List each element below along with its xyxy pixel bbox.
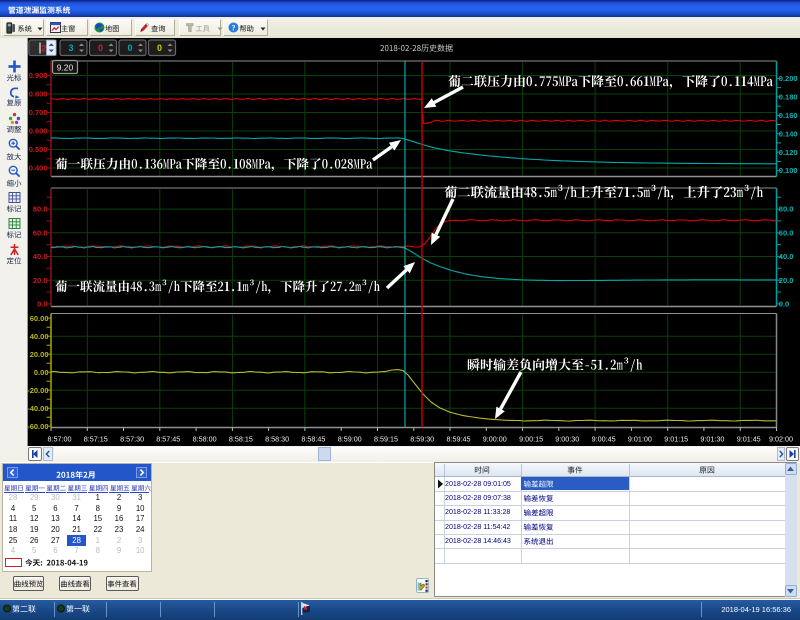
svg-text:8:57:45: 8:57:45 xyxy=(156,435,180,444)
svg-text:40.00: 40.00 xyxy=(30,332,49,341)
svg-text:60.00: 60.00 xyxy=(30,314,49,323)
svg-text:20.0: 20.0 xyxy=(33,276,48,285)
svg-text:0: 0 xyxy=(127,43,132,53)
svg-text:9:00:00: 9:00:00 xyxy=(483,435,507,444)
svg-text:0.100: 0.100 xyxy=(779,166,798,175)
svg-text:8:58:30: 8:58:30 xyxy=(265,435,289,444)
svg-text:0.0: 0.0 xyxy=(37,300,47,309)
svg-text:0: 0 xyxy=(157,43,162,53)
svg-text:0.200: 0.200 xyxy=(779,74,798,83)
svg-text:0.900: 0.900 xyxy=(29,71,48,80)
svg-text:2: 2 xyxy=(41,43,46,53)
svg-text:0.140: 0.140 xyxy=(779,129,798,138)
svg-text:9:00:45: 9:00:45 xyxy=(592,435,616,444)
svg-text:0.600: 0.600 xyxy=(29,127,48,136)
svg-text:-20.00: -20.00 xyxy=(27,386,48,395)
svg-text:9:01:15: 9:01:15 xyxy=(664,435,688,444)
svg-text:8:57:30: 8:57:30 xyxy=(120,435,144,444)
svg-text:9:00:30: 9:00:30 xyxy=(555,435,579,444)
svg-text:0.00: 0.00 xyxy=(34,368,49,377)
svg-text:0.400: 0.400 xyxy=(29,164,48,173)
svg-text:0.180: 0.180 xyxy=(779,92,798,101)
svg-text:8:59:15: 8:59:15 xyxy=(374,435,398,444)
svg-text:9:01:45: 9:01:45 xyxy=(737,435,761,444)
svg-text:0: 0 xyxy=(98,43,103,53)
svg-text:8:58:45: 8:58:45 xyxy=(301,435,325,444)
svg-text:0.800: 0.800 xyxy=(29,90,48,99)
svg-text:60.0: 60.0 xyxy=(33,228,48,237)
svg-text:9:01:30: 9:01:30 xyxy=(700,435,724,444)
svg-text:9:02:00: 9:02:00 xyxy=(769,435,793,444)
svg-text:40.0: 40.0 xyxy=(33,252,48,261)
svg-text:-40.00: -40.00 xyxy=(27,404,48,413)
svg-text:0.500: 0.500 xyxy=(29,145,48,154)
svg-text:8:58:00: 8:58:00 xyxy=(193,435,217,444)
svg-text:?: ? xyxy=(232,24,236,33)
svg-text:8:58:15: 8:58:15 xyxy=(229,435,253,444)
svg-text:0.120: 0.120 xyxy=(779,148,798,157)
svg-text:80.0: 80.0 xyxy=(33,205,48,214)
svg-text:8:59:30: 8:59:30 xyxy=(410,435,434,444)
svg-text:8:57:15: 8:57:15 xyxy=(84,435,108,444)
svg-text:9:01:00: 9:01:00 xyxy=(628,435,652,444)
svg-text:0.700: 0.700 xyxy=(29,108,48,117)
svg-text:8:57:00: 8:57:00 xyxy=(48,435,72,444)
svg-text:20.00: 20.00 xyxy=(30,350,49,359)
svg-text:9:00:15: 9:00:15 xyxy=(519,435,543,444)
svg-text:0.160: 0.160 xyxy=(779,111,798,120)
svg-text:8:59:45: 8:59:45 xyxy=(447,435,471,444)
svg-text:3: 3 xyxy=(68,43,73,53)
svg-text:8:59:00: 8:59:00 xyxy=(338,435,362,444)
svg-text:-60.00: -60.00 xyxy=(27,422,48,431)
svg-text:9.20: 9.20 xyxy=(57,62,74,72)
